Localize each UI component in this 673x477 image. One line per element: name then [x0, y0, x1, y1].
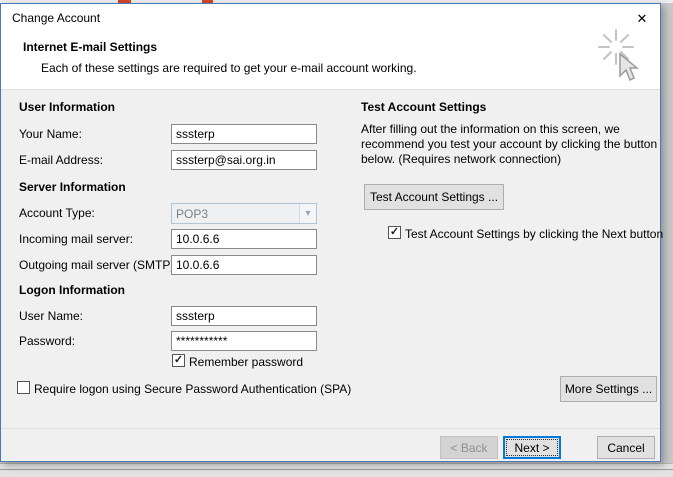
user-name-field[interactable] — [171, 306, 317, 326]
dialog-header: Change Account ✕ Internet E-mail Setting… — [1, 4, 660, 90]
your-name-label: Your Name: — [19, 127, 82, 141]
account-type-value: POP3 — [172, 207, 299, 221]
background-divider-line — [0, 469, 673, 470]
section-user-information: User Information — [19, 100, 115, 114]
cursor-sparkle-icon — [590, 28, 644, 86]
page-subtitle: Each of these settings are required to g… — [41, 61, 417, 75]
spa-checkbox[interactable] — [17, 381, 30, 394]
chevron-down-icon: ▾ — [299, 204, 316, 223]
change-account-dialog: Change Account ✕ Internet E-mail Setting… — [0, 3, 661, 462]
next-button[interactable]: Next > — [503, 436, 561, 459]
remember-password-label: Remember password — [189, 355, 303, 369]
outgoing-server-field[interactable] — [171, 255, 317, 275]
email-address-label: E-mail Address: — [19, 153, 103, 167]
back-button: < Back — [440, 436, 498, 459]
page-title: Internet E-mail Settings — [23, 40, 157, 54]
spa-label: Require logon using Secure Password Auth… — [34, 382, 351, 396]
desktop-background: Change Account ✕ Internet E-mail Setting… — [0, 0, 673, 477]
password-label: Password: — [19, 334, 75, 348]
background-strip-bottom — [0, 463, 673, 477]
email-address-field[interactable] — [171, 150, 317, 170]
account-type-label: Account Type: — [19, 206, 95, 220]
password-field[interactable] — [171, 331, 317, 351]
more-settings-button[interactable]: More Settings ... — [560, 376, 657, 402]
cancel-button[interactable]: Cancel — [597, 436, 655, 459]
test-description: After filling out the information on thi… — [361, 122, 659, 167]
section-logon-information: Logon Information — [19, 283, 125, 297]
incoming-server-field[interactable] — [171, 229, 317, 249]
footer-divider — [1, 428, 660, 429]
user-name-label: User Name: — [19, 309, 83, 323]
section-test-account-settings: Test Account Settings — [361, 100, 486, 114]
window-title: Change Account — [12, 11, 100, 25]
outgoing-server-label: Outgoing mail server (SMTP): — [19, 258, 178, 272]
your-name-field[interactable] — [171, 124, 317, 144]
account-type-dropdown[interactable]: POP3 ▾ — [171, 203, 317, 224]
test-on-next-checkbox[interactable] — [388, 226, 401, 239]
test-account-settings-button[interactable]: Test Account Settings ... — [364, 184, 504, 210]
remember-password-checkbox[interactable] — [172, 354, 185, 367]
test-on-next-label: Test Account Settings by clicking the Ne… — [405, 227, 663, 241]
section-server-information: Server Information — [19, 180, 126, 194]
incoming-server-label: Incoming mail server: — [19, 232, 133, 246]
close-icon: ✕ — [637, 11, 648, 27]
